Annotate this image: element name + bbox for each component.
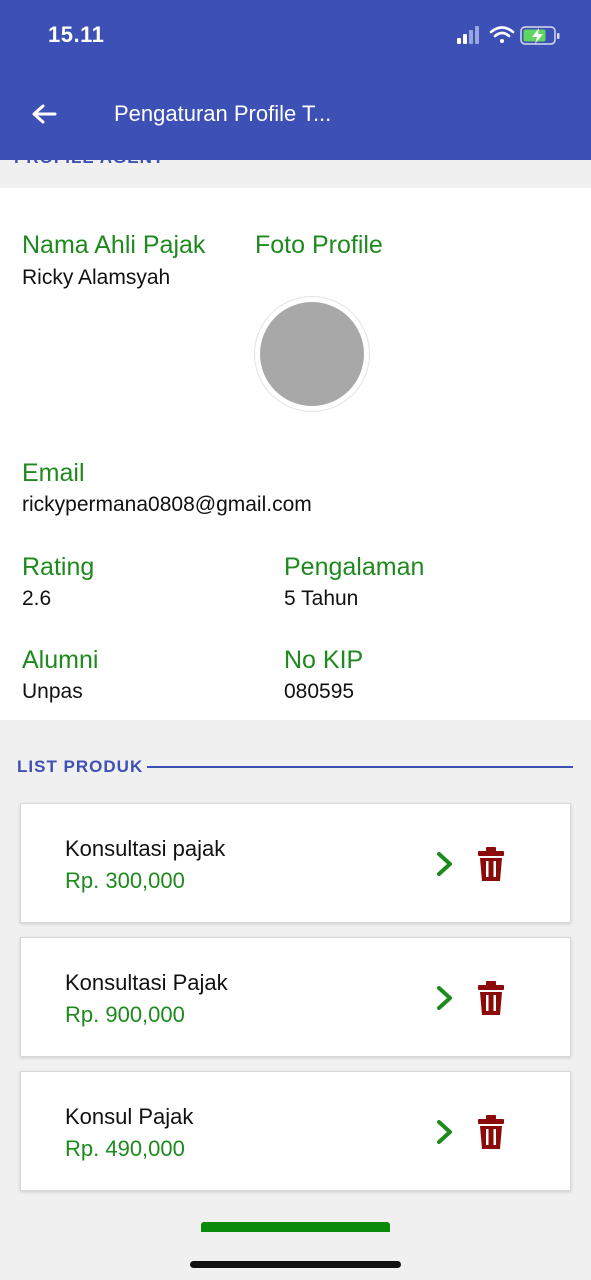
cellular-signal-icon — [457, 26, 479, 44]
product-price: Rp. 490,000 — [65, 1136, 185, 1161]
status-icons — [457, 24, 567, 48]
status-time: 15.11 — [48, 22, 105, 47]
product-name: Konsultasi Pajak — [65, 970, 228, 995]
chevron-right-icon[interactable] — [433, 1116, 457, 1148]
product-name: Konsul Pajak — [65, 1104, 194, 1129]
product-name: Konsultasi pajak — [65, 836, 226, 861]
battery-charging-icon — [520, 26, 560, 45]
chevron-right-icon[interactable] — [433, 982, 457, 1014]
list-produk-title: LIST PRODUK — [17, 757, 144, 776]
chevron-right-icon[interactable] — [433, 848, 457, 880]
wifi-icon — [489, 26, 515, 43]
product-card[interactable]: Konsul Pajak Rp. 490,000 — [20, 1071, 571, 1191]
app-bar: 15.11 Pengaturan Profile T... — [0, 0, 591, 160]
email-label: Email — [22, 459, 85, 487]
photo-label: Foto Profile — [255, 231, 383, 259]
alumni-value: Unpas — [22, 680, 83, 703]
back-button[interactable] — [26, 96, 62, 132]
experience-value: 5 Tahun — [284, 587, 359, 610]
product-card[interactable]: Konsultasi Pajak Rp. 900,000 — [20, 937, 571, 1057]
kip-label: No KIP — [284, 646, 364, 674]
trash-icon[interactable] — [475, 1114, 507, 1150]
experience-label: Pengalaman — [284, 553, 425, 581]
product-price: Rp. 300,000 — [65, 868, 185, 893]
email-value: rickypermana0808@gmail.com — [22, 493, 312, 516]
name-value: Ricky Alamsyah — [22, 266, 171, 289]
alumni-label: Alumni — [22, 646, 99, 674]
kip-value: 080595 — [284, 680, 355, 703]
home-indicator[interactable] — [190, 1261, 401, 1268]
add-product-button[interactable] — [201, 1222, 390, 1232]
avatar-placeholder — [260, 302, 364, 406]
trash-icon[interactable] — [475, 980, 507, 1016]
trash-icon[interactable] — [475, 846, 507, 882]
rating-label: Rating — [22, 553, 95, 581]
rating-value: 2.6 — [22, 587, 52, 610]
profile-card: Nama Ahli Pajak Ricky Alamsyah Foto Prof… — [0, 188, 591, 720]
product-card[interactable]: Konsultasi pajak Rp. 300,000 — [20, 803, 571, 923]
arrow-left-icon — [32, 104, 57, 124]
list-divider — [147, 766, 573, 768]
page-title: Pengaturan Profile T... — [114, 101, 332, 126]
name-label: Nama Ahli Pajak — [22, 231, 206, 259]
product-price: Rp. 900,000 — [65, 1002, 185, 1027]
avatar[interactable] — [254, 296, 370, 412]
